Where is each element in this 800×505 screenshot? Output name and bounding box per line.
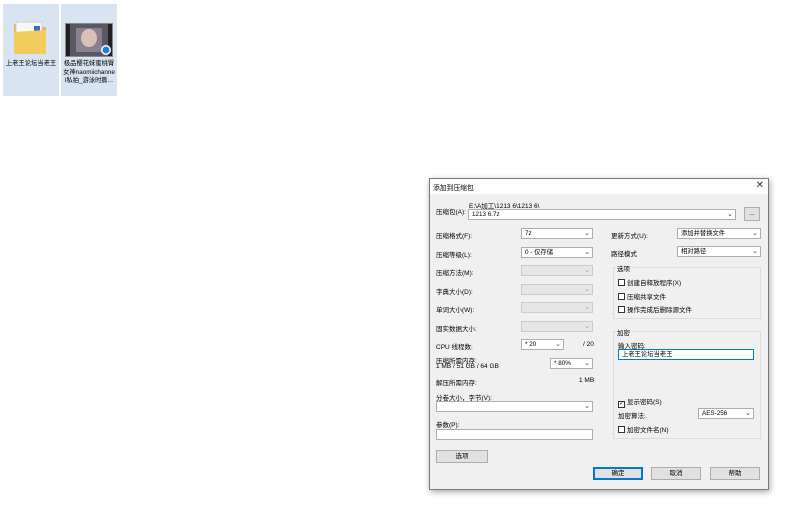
dialog-titlebar[interactable]: 添加到压缩包 ✕ <box>430 179 768 194</box>
encrypt-method-value: AES-256 <box>702 410 728 417</box>
update-label: 更新方式(U): <box>611 233 648 240</box>
password-value: 上老王论坛当老王 <box>622 351 673 358</box>
split-select[interactable]: ⌄ <box>436 401 593 412</box>
chevron-down-icon: ⌄ <box>752 248 758 255</box>
level-select[interactable]: 0 - 仅存储 ⌄ <box>521 247 593 258</box>
ok-button[interactable]: 确定 <box>593 467 643 480</box>
options-group-title: 选项 <box>616 263 631 273</box>
video-thumbnail-icon <box>65 23 113 57</box>
params-input[interactable] <box>436 429 593 440</box>
encrypt-method-select[interactable]: AES-256 ⌄ <box>698 408 754 419</box>
encrypt-names-checkbox[interactable]: 加密文件名(N) <box>618 424 669 434</box>
chevron-down-icon: ⌄ <box>584 267 590 274</box>
show-password-checkbox[interactable]: ✓ 显示密码(S) <box>618 396 662 408</box>
encrypt-method-label: 加密算法: <box>618 413 646 420</box>
solid-select: ⌄ <box>521 321 593 332</box>
update-select[interactable]: 添加并替换文件 ⌄ <box>677 228 761 239</box>
chevron-down-icon: ⌄ <box>584 304 590 311</box>
chevron-down-icon: ⌄ <box>745 410 751 417</box>
help-button[interactable]: 帮助 <box>710 467 760 480</box>
checkbox-icon <box>618 426 625 433</box>
level-label: 压缩等级(L): <box>436 252 472 259</box>
chevron-down-icon: ⌄ <box>584 286 590 293</box>
desktop-icon-label: 上老王论坛当老王 <box>5 60 57 67</box>
cpu-value: * 20 <box>525 341 537 348</box>
options-button[interactable]: 选项 <box>436 450 488 463</box>
mem-detail: 1 MB / 51 GB / 64 GB <box>436 363 499 370</box>
format-value: 7z <box>525 230 532 237</box>
format-label: 压缩格式(F): <box>436 233 473 240</box>
pathmode-select[interactable]: 相对路径 ⌄ <box>677 246 761 257</box>
delete-label: 操作完成后删除源文件 <box>627 307 692 314</box>
browse-button[interactable]: ... <box>744 207 760 221</box>
delete-checkbox[interactable]: 操作完成后删除源文件 <box>618 304 692 314</box>
sfx-checkbox[interactable]: 创建自释放程序(X) <box>618 277 681 287</box>
cancel-button[interactable]: 取消 <box>651 467 701 480</box>
mem-percent-value: * 80% <box>554 360 571 367</box>
params-label: 参数(P): <box>436 422 460 429</box>
dict-label: 字典大小(D): <box>436 289 473 296</box>
shared-label: 压缩共享文件 <box>627 294 666 301</box>
shared-checkbox[interactable]: 压缩共享文件 <box>618 291 666 301</box>
chevron-down-icon: ⌄ <box>555 341 561 348</box>
show-password-label: 显示密码(S) <box>627 399 662 406</box>
word-select: ⌄ <box>521 302 593 313</box>
archive-filename-combo[interactable]: 1213 6.7z ⌄ <box>468 209 736 220</box>
word-label: 单词大小(W): <box>436 307 475 314</box>
format-select[interactable]: 7z ⌄ <box>521 228 593 239</box>
pathmode-value: 相对路径 <box>681 248 707 255</box>
add-to-archive-dialog: 添加到压缩包 ✕ 压缩包(A): E:\A加工\1213 6\1213 6\ 1… <box>429 178 769 490</box>
chevron-down-icon: ⌄ <box>584 403 590 410</box>
decomp-label: 解压所需内存: <box>436 380 477 387</box>
chevron-down-icon: ⌄ <box>727 211 733 218</box>
archive-filename: 1213 6.7z <box>472 211 500 218</box>
desktop-video-file-item[interactable]: 极品樱花妹蜜桃臀女神naomiichannel私拍_游泳时撕... <box>61 4 117 96</box>
chevron-down-icon: ⌄ <box>584 230 590 237</box>
encrypt-names-label: 加密文件名(N) <box>627 427 669 434</box>
solid-label: 固实数据大小: <box>436 326 477 333</box>
mem-percent-select[interactable]: * 80% ⌄ <box>550 358 593 369</box>
chevron-down-icon: ⌄ <box>584 323 590 330</box>
desktop-icon-label: 极品樱花妹蜜桃臀女神naomiichannel私拍_游泳时撕... <box>63 60 115 84</box>
password-input[interactable]: 上老王论坛当老王 <box>618 349 754 360</box>
dialog-title: 添加到压缩包 <box>433 185 474 192</box>
dict-select: ⌄ <box>521 284 593 295</box>
close-icon[interactable]: ✕ <box>756 180 764 192</box>
archive-label: 压缩包(A): <box>436 209 466 216</box>
sfx-label: 创建自释放程序(X) <box>627 280 682 287</box>
method-select: ⌄ <box>521 265 593 276</box>
desktop-folder-icon-item[interactable]: 上老王论坛当老王 <box>3 4 59 96</box>
cpu-select[interactable]: * 20 ⌄ <box>521 339 564 350</box>
checkbox-icon <box>618 279 625 286</box>
cpu-label: CPU 线程数: <box>436 344 473 351</box>
chevron-down-icon: ⌄ <box>584 360 590 367</box>
decomp-value: 1 MB <box>579 377 595 384</box>
checkbox-icon <box>618 306 625 313</box>
checkmark-icon: ✓ <box>618 401 625 408</box>
checkbox-icon <box>618 293 625 300</box>
folder-icon <box>14 21 46 54</box>
update-value: 添加并替换文件 <box>681 230 726 237</box>
chevron-down-icon: ⌄ <box>752 230 758 237</box>
level-value: 0 - 仅存储 <box>525 249 553 256</box>
cpu-total: / 20 <box>583 341 594 348</box>
pathmode-label: 路径模式 <box>611 251 637 258</box>
chevron-down-icon: ⌄ <box>584 249 590 256</box>
method-label: 压缩方法(M): <box>436 270 474 277</box>
encryption-group-title: 加密 <box>616 327 631 337</box>
